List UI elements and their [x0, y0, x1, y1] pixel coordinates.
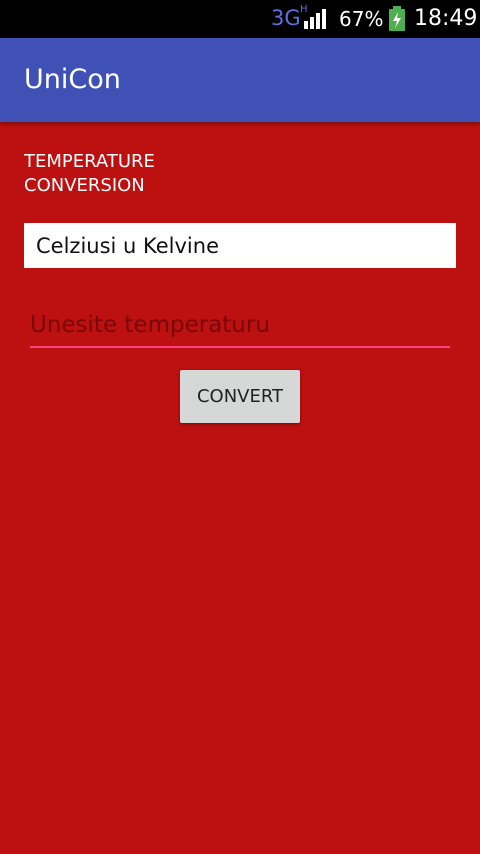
conversion-type-dropdown[interactable]: Celziusi u Kelvine — [24, 223, 456, 268]
network-type: 3G — [271, 6, 301, 30]
battery-icon — [389, 6, 405, 31]
conversion-type-selected: Celziusi u Kelvine — [36, 234, 219, 258]
battery-percent: 67% — [339, 7, 384, 31]
temperature-input[interactable] — [30, 304, 450, 348]
convert-button[interactable]: CONVERT — [180, 370, 300, 423]
clock: 18:49 — [414, 6, 478, 31]
signal-icon — [304, 9, 328, 29]
app-bar: UniCon — [0, 38, 480, 122]
status-bar: 3G H 67% 18:49 — [0, 0, 480, 38]
section-title: TEMPERATURE CONVERSION — [24, 151, 155, 196]
app-title: UniCon — [24, 64, 121, 95]
app-screen: 3G H 67% 18:49 UniCon TEMPERATURE CONVER… — [0, 0, 480, 854]
